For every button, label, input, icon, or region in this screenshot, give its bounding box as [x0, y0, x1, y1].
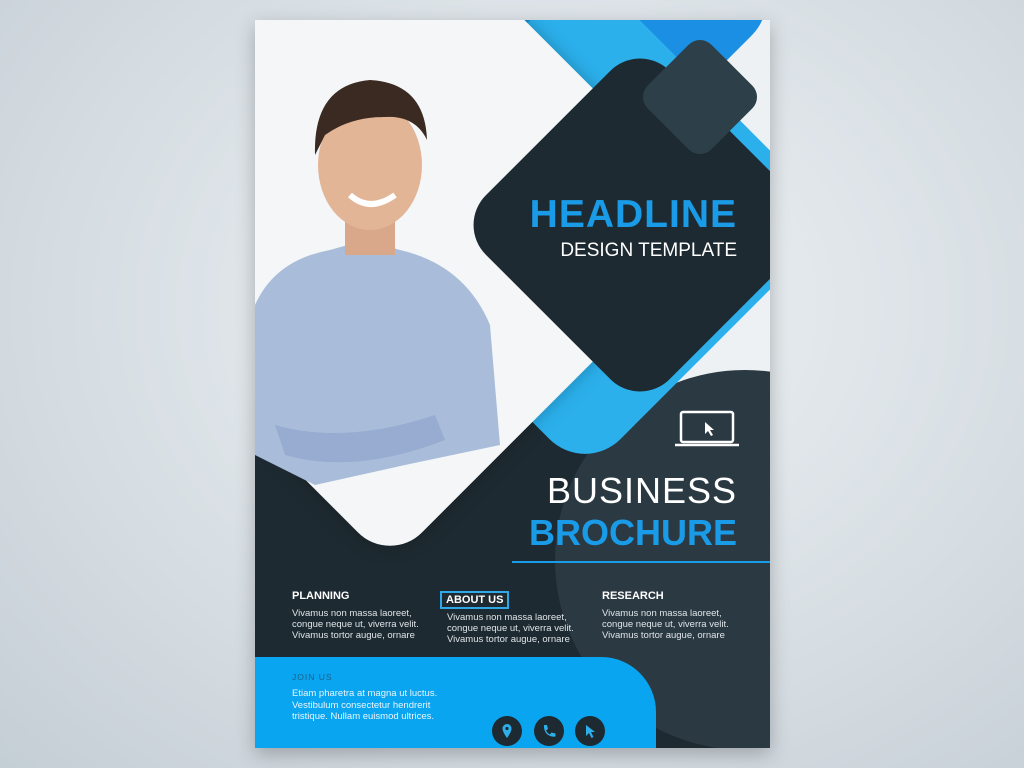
join-text: tristique. Nullam euismod ultrices.	[292, 711, 435, 722]
column-text: Vivamus tortor augue, ornare	[447, 634, 570, 645]
laptop-icon	[675, 410, 739, 447]
subheadline: DESIGN TEMPLATE	[560, 240, 737, 261]
headline: HEADLINE	[529, 193, 737, 236]
column-text: Vivamus non massa laoreet,	[447, 612, 567, 623]
column-text: Vivamus non massa laoreet,	[292, 608, 412, 619]
column-text: congue neque ut, viverra velit.	[447, 623, 574, 634]
phone-icon[interactable]	[534, 716, 564, 746]
join-label: JOIN US	[292, 672, 333, 682]
column-heading: ABOUT US	[440, 591, 510, 609]
person-photo	[255, 80, 500, 485]
location-pin-icon[interactable]	[492, 716, 522, 746]
column-about-us: ABOUT US Vivamus non massa laoreet, cong…	[440, 590, 574, 645]
column-text: Vivamus tortor augue, ornare	[602, 630, 725, 641]
join-text: Vestibulum consectetur hendrerit	[292, 699, 431, 711]
column-heading: RESEARCH	[602, 590, 664, 602]
column-text: Vivamus non massa laoreet,	[602, 608, 722, 619]
join-panel: JOIN US Etiam pharetra at magna ut luctu…	[255, 657, 656, 748]
column-heading: PLANNING	[292, 590, 350, 602]
cursor-icon[interactable]	[575, 716, 605, 746]
brochure-flyer: HEADLINE DESIGN TEMPLATE BUSINESS BROCHU…	[255, 20, 770, 748]
title-underline	[512, 561, 770, 563]
join-text: Etiam pharetra at magna ut luctus.	[292, 688, 438, 699]
title-brochure: BROCHURE	[528, 512, 737, 553]
column-text: congue neque ut, viverra velit.	[602, 619, 729, 630]
column-text: Vivamus tortor augue, ornare	[292, 630, 415, 641]
column-research: RESEARCH Vivamus non massa laoreet, cong…	[602, 590, 729, 641]
title-business: BUSINESS	[546, 470, 737, 511]
column-text: congue neque ut, viverra velit.	[292, 619, 419, 630]
column-planning: PLANNING Vivamus non massa laoreet, cong…	[292, 590, 419, 641]
